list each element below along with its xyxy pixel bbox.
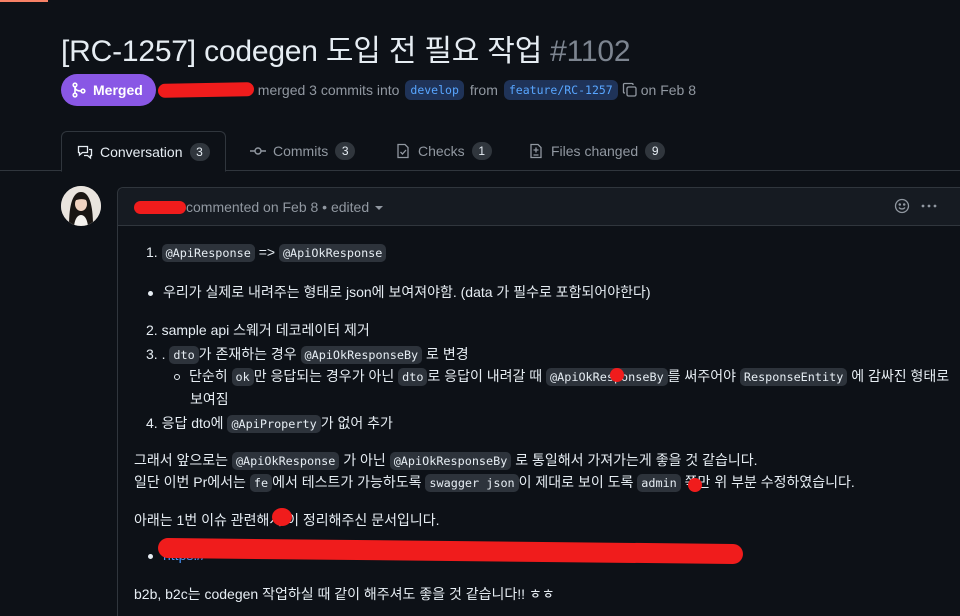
kebab-horizontal-icon[interactable] <box>920 198 938 217</box>
tab-checks-count: 1 <box>471 142 492 160</box>
list-text: 단순히 <box>189 368 228 384</box>
bullet-icon <box>148 290 153 296</box>
base-branch[interactable]: develop <box>405 80 464 100</box>
paragraph-text: 이 제대로 보이 도록 <box>518 474 634 490</box>
pr-title: [RC-1257] codegen 도입 전 필요 작업 #1102 <box>61 26 631 70</box>
tab-checks[interactable]: Checks 1 <box>395 131 492 171</box>
paragraph-text: 에서 테스트가 가능하도록 <box>272 474 422 490</box>
inline-code: dto <box>169 346 199 364</box>
inline-code: @ApiOkResponseBy <box>546 368 668 386</box>
chevron-down-icon[interactable] <box>375 206 384 211</box>
comment-discussion-icon <box>77 144 93 160</box>
copy-icon[interactable] <box>622 82 638 98</box>
merge-description: merged 3 commits into <box>257 82 400 98</box>
tab-commits[interactable]: Commits 3 <box>250 131 356 171</box>
redaction-mark <box>272 508 292 526</box>
list-text: 로 변경 <box>426 346 469 362</box>
pr-title-text: [RC-1257] codegen 도입 전 필요 작업 <box>61 35 543 68</box>
redacted-commenter <box>134 201 186 214</box>
merge-date: on Feb 8 <box>640 82 696 98</box>
redacted-author <box>157 82 254 98</box>
comment-header: commented on Feb 8 • edited <box>118 188 960 226</box>
inline-code: fe <box>249 474 273 492</box>
tab-commits-count: 3 <box>335 142 356 160</box>
list-text: 가 없어 추가 <box>320 415 393 431</box>
list-text: 로 응답이 내려갈 때 <box>427 368 543 384</box>
list-text: 보여짐 <box>190 391 229 407</box>
redaction-mark <box>688 478 702 492</box>
inline-code: @ApiOkResponseBy <box>389 452 512 470</box>
inline-code: admin <box>637 474 681 492</box>
inline-code: @ApiOkResponse <box>278 244 387 262</box>
head-branch[interactable]: feature/RC-1257 <box>503 80 618 100</box>
arrow-text: => <box>258 244 276 260</box>
tab-files-changed-label: Files changed <box>551 143 639 159</box>
git-merge-icon <box>72 82 86 98</box>
list-text: 만 응답되는 경우가 아닌 <box>253 368 395 384</box>
tab-files-changed[interactable]: Files changed 9 <box>528 131 666 171</box>
pr-tabs: Conversation 3 Commits 3 Checks 1 Files … <box>0 131 960 172</box>
list-number: 1. <box>146 244 158 260</box>
list-item: 1. @ApiResponse => @ApiOkResponse <box>146 244 387 262</box>
bullet-icon <box>148 553 153 559</box>
list-text: 2. sample api 스웨거 데코레이터 제거 <box>146 322 370 338</box>
list-item: 우리가 실제로 내려주는 형태로 json에 보여져야함. (data 가 필수… <box>148 282 651 302</box>
list-item: 단순히 ok 만 응답되는 경우가 아닌 dto 로 응답이 내려갈 때 @ApiO… <box>174 366 949 386</box>
list-item: 2. sample api 스웨거 데코레이터 제거 <box>146 320 370 340</box>
comment-meta[interactable]: commented on Feb 8 • edited <box>186 199 384 215</box>
merged-status-badge: Merged <box>61 74 156 106</box>
comment-meta-text: commented on Feb 8 • edited <box>186 199 370 215</box>
tab-conversation-label: Conversation <box>100 143 183 160</box>
smiley-icon[interactable] <box>894 198 910 217</box>
tab-conversation-count: 3 <box>189 142 210 161</box>
paragraph-text: 일단 이번 Pr에서는 <box>134 474 246 490</box>
tab-commits-label: Commits <box>273 143 329 159</box>
list-text: 4. 응답 dto에 <box>146 415 224 431</box>
pr-meta: Merged merged 3 commits into develop fro… <box>61 74 696 106</box>
top-accent-bar <box>0 0 48 2</box>
paragraph-text: 그래서 앞으로는 <box>134 452 229 468</box>
circle-bullet-icon <box>174 374 180 381</box>
paragraph-text: 로 통일해서 가져가는게 좋을 것 같습니다. <box>515 452 758 468</box>
tab-conversation[interactable]: Conversation 3 <box>61 131 226 172</box>
inline-code: @ApiOkResponseBy <box>300 346 423 364</box>
checklist-icon <box>395 143 411 159</box>
list-text: 를 써주어야 <box>667 368 736 384</box>
git-commit-icon <box>250 143 266 159</box>
inline-code: @ApiOkResponse <box>231 452 340 470</box>
inline-code: swagger json <box>425 474 519 492</box>
paragraph-text: b2b, b2c는 codegen 작업하실 때 같이 해주셔도 좋을 것 같습… <box>134 586 555 602</box>
from-label: from <box>469 82 498 98</box>
paragraph-text: 쪽만 위 부분 수정하였습니다. <box>684 474 855 490</box>
paragraph: 일단 이번 Pr에서는 fe 에서 테스트가 가능하도록 swagger json… <box>134 472 855 492</box>
inline-code: dto <box>398 368 428 386</box>
paragraph: 그래서 앞으로는 @ApiOkResponse 가 아닌 @ApiOkRespo… <box>134 450 758 470</box>
inline-code: ResponseEntity <box>739 368 848 386</box>
tab-files-changed-count: 9 <box>645 142 666 160</box>
list-item: 보여짐 <box>190 389 229 409</box>
redaction-mark <box>610 368 624 382</box>
comment-actions <box>894 198 938 217</box>
list-text: 우리가 실제로 내려주는 형태로 json에 보여져야함. (data 가 필수… <box>163 284 651 300</box>
paragraph-text: 가 아닌 <box>343 452 386 468</box>
list-text: 3. . <box>146 346 166 362</box>
paragraph: b2b, b2c는 codegen 작업하실 때 같이 해주셔도 좋을 것 같습… <box>134 584 555 604</box>
avatar[interactable] <box>61 186 101 226</box>
inline-code: ok <box>231 368 254 386</box>
inline-code: @ApiResponse <box>161 244 255 262</box>
list-item: 4. 응답 dto에 @ApiProperty 가 없어 추가 <box>146 413 393 433</box>
file-diff-icon <box>528 143 544 159</box>
tab-checks-label: Checks <box>418 143 465 159</box>
list-item: 3. . dto 가 존재하는 경우 @ApiOkResponseBy 로 변경 <box>146 344 469 364</box>
list-text: 에 감싸진 형태로 <box>851 368 950 384</box>
pr-number: #1102 <box>550 35 631 68</box>
inline-code: @ApiProperty <box>227 415 321 433</box>
list-text: 가 존재하는 경우 <box>198 346 297 362</box>
merged-status-label: Merged <box>93 82 143 98</box>
